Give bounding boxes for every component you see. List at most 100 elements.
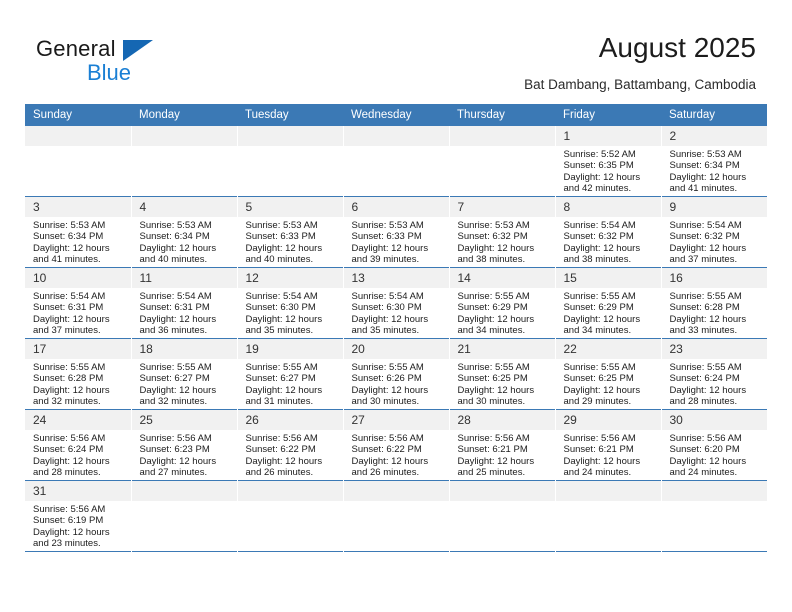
calendar-day-cell[interactable]: 16 Sunrise: 5:55 AM Sunset: 6:28 PM Dayligh… (661, 267, 768, 339)
day-details: Sunrise: 5:55 AM Sunset: 6:27 PM Daylight:… (132, 359, 237, 408)
day-detail-line: and 28 minutes. (33, 467, 101, 479)
day-detail-line: and 26 minutes. (351, 467, 420, 479)
calendar-day-cell[interactable]: 11 Sunrise: 5:54 AM Sunset: 6:31 PM Dayligh… (131, 267, 238, 339)
day-number (555, 481, 661, 501)
calendar-day-cell[interactable]: 30 Sunrise: 5:56 AM Sunset: 6:20 PM Dayligh… (661, 409, 768, 481)
day-detail-line: Daylight: 12 hours (139, 242, 217, 254)
day-detail-line: and 33 minutes. (669, 325, 738, 337)
day-detail-line: and 28 minutes. (669, 396, 738, 408)
day-number: 26 (237, 410, 343, 430)
calendar-day-cell[interactable]: 13 Sunrise: 5:54 AM Sunset: 6:30 PM Dayligh… (343, 267, 450, 339)
day-details (450, 146, 555, 149)
day-detail-line: Daylight: 12 hours (245, 313, 323, 325)
calendar-week-row: 17 Sunrise: 5:55 AM Sunset: 6:28 PM Dayligh… (25, 338, 768, 410)
day-details: Sunrise: 5:55 AM Sunset: 6:26 PM Daylight:… (344, 359, 449, 408)
weekday-header-saturday: Saturday (661, 104, 767, 126)
day-detail-line: Sunset: 6:27 PM (245, 373, 316, 385)
page-title: August 2025 (598, 32, 756, 63)
day-detail-line: and 36 minutes. (139, 325, 208, 337)
day-detail-line: Sunset: 6:26 PM (351, 373, 422, 385)
day-detail-line: Sunrise: 5:56 AM (139, 433, 212, 444)
day-number: 25 (131, 410, 237, 430)
day-detail-line: Sunrise: 5:53 AM (245, 220, 318, 231)
day-number: 4 (131, 197, 237, 217)
day-details: Sunrise: 5:56 AM Sunset: 6:22 PM Daylight:… (344, 430, 449, 479)
calendar-day-cell[interactable]: 18 Sunrise: 5:55 AM Sunset: 6:27 PM Dayligh… (131, 338, 238, 410)
day-detail-line: Sunrise: 5:54 AM (33, 291, 106, 302)
day-number: 23 (661, 339, 767, 359)
day-number (343, 126, 449, 146)
calendar-day-cell[interactable]: 26 Sunrise: 5:56 AM Sunset: 6:22 PM Dayligh… (237, 409, 344, 481)
day-detail-line: Sunrise: 5:53 AM (139, 220, 212, 231)
day-number: 31 (25, 481, 131, 501)
day-number: 9 (661, 197, 767, 217)
day-detail-line: Sunset: 6:30 PM (245, 302, 316, 314)
calendar-day-cell[interactable]: 24 Sunrise: 5:56 AM Sunset: 6:24 PM Dayligh… (25, 409, 132, 481)
calendar-day-cell[interactable]: 23 Sunrise: 5:55 AM Sunset: 6:24 PM Dayligh… (661, 338, 768, 410)
calendar-day-cell[interactable]: 27 Sunrise: 5:56 AM Sunset: 6:22 PM Dayligh… (343, 409, 450, 481)
day-detail-line: and 31 minutes. (245, 396, 314, 408)
calendar-day-cell[interactable]: 28 Sunrise: 5:56 AM Sunset: 6:21 PM Dayligh… (449, 409, 556, 481)
day-details (238, 146, 343, 149)
day-detail-line: and 24 minutes. (669, 467, 738, 479)
day-detail-line: Daylight: 12 hours (33, 384, 110, 396)
day-number: 16 (661, 268, 767, 288)
logo-word-general: General (36, 36, 116, 61)
calendar-day-cell[interactable]: 1 Sunrise: 5:52 AM Sunset: 6:35 PM Daylight… (555, 126, 662, 197)
day-detail-line: and 30 minutes. (457, 396, 526, 408)
day-details (238, 501, 343, 504)
day-details: Sunrise: 5:53 AM Sunset: 6:34 PM Daylight:… (662, 146, 767, 195)
calendar-day-cell[interactable]: 8 Sunrise: 5:54 AM Sunset: 6:32 PM Daylight… (555, 196, 662, 268)
day-number: 27 (343, 410, 449, 430)
calendar-day-cell[interactable]: 17 Sunrise: 5:55 AM Sunset: 6:28 PM Dayligh… (25, 338, 132, 410)
calendar-week-row: 3 Sunrise: 5:53 AM Sunset: 6:34 PM Daylight… (25, 196, 768, 268)
day-detail-line: Daylight: 12 hours (669, 171, 747, 183)
calendar-day-cell[interactable]: 31 Sunrise: 5:56 AM Sunset: 6:19 PM Dayligh… (25, 480, 132, 552)
calendar-day-cell[interactable]: 15 Sunrise: 5:55 AM Sunset: 6:29 PM Dayligh… (555, 267, 662, 339)
day-detail-line: Daylight: 12 hours (457, 313, 535, 325)
day-number: 13 (343, 268, 449, 288)
day-details (662, 501, 767, 504)
calendar-empty-cell (25, 126, 132, 197)
day-detail-line: Sunset: 6:20 PM (669, 444, 740, 456)
calendar-day-cell[interactable]: 6 Sunrise: 5:53 AM Sunset: 6:33 PM Daylight… (343, 196, 450, 268)
calendar-day-cell[interactable]: 9 Sunrise: 5:54 AM Sunset: 6:32 PM Daylight… (661, 196, 768, 268)
day-detail-line: Daylight: 12 hours (669, 313, 747, 325)
weekday-header-sunday: Sunday (25, 104, 131, 126)
day-detail-line: Sunset: 6:21 PM (563, 444, 634, 456)
day-detail-line: and 41 minutes. (33, 254, 101, 266)
day-details: Sunrise: 5:54 AM Sunset: 6:30 PM Daylight:… (238, 288, 343, 337)
calendar-day-cell[interactable]: 21 Sunrise: 5:55 AM Sunset: 6:25 PM Dayligh… (449, 338, 556, 410)
calendar-day-cell[interactable]: 7 Sunrise: 5:53 AM Sunset: 6:32 PM Daylight… (449, 196, 556, 268)
calendar-day-cell[interactable]: 12 Sunrise: 5:54 AM Sunset: 6:30 PM Dayligh… (237, 267, 344, 339)
calendar-day-cell[interactable]: 4 Sunrise: 5:53 AM Sunset: 6:34 PM Daylight… (131, 196, 238, 268)
day-detail-line: Daylight: 12 hours (33, 313, 110, 325)
day-detail-line: Sunset: 6:35 PM (563, 160, 634, 172)
calendar-day-cell[interactable]: 2 Sunrise: 5:53 AM Sunset: 6:34 PM Daylight… (661, 126, 768, 197)
day-detail-line: Sunset: 6:31 PM (139, 302, 210, 314)
day-number (661, 481, 767, 501)
day-detail-line: Daylight: 12 hours (33, 242, 110, 254)
day-detail-line: Sunrise: 5:55 AM (457, 291, 530, 302)
day-number: 1 (555, 126, 661, 146)
calendar-day-cell[interactable]: 29 Sunrise: 5:56 AM Sunset: 6:21 PM Dayligh… (555, 409, 662, 481)
calendar-day-cell[interactable]: 10 Sunrise: 5:54 AM Sunset: 6:31 PM Dayligh… (25, 267, 132, 339)
calendar-day-cell[interactable]: 20 Sunrise: 5:55 AM Sunset: 6:26 PM Dayligh… (343, 338, 450, 410)
calendar-empty-cell (555, 480, 662, 552)
weekday-header-thursday: Thursday (449, 104, 555, 126)
calendar-day-cell[interactable]: 14 Sunrise: 5:55 AM Sunset: 6:29 PM Dayligh… (449, 267, 556, 339)
calendar-day-cell[interactable]: 3 Sunrise: 5:53 AM Sunset: 6:34 PM Daylight… (25, 196, 132, 268)
day-detail-line: Sunrise: 5:54 AM (139, 291, 212, 302)
day-details: Sunrise: 5:55 AM Sunset: 6:25 PM Daylight:… (556, 359, 661, 408)
sunrise-sunset-calendar: Sunday Monday Tuesday Wednesday Thursday Frid… (25, 104, 768, 552)
calendar-day-cell[interactable]: 22 Sunrise: 5:55 AM Sunset: 6:25 PM Dayligh… (555, 338, 662, 410)
day-detail-line: Daylight: 12 hours (33, 455, 110, 467)
day-detail-line: Sunset: 6:29 PM (563, 302, 634, 314)
calendar-day-cell[interactable]: 19 Sunrise: 5:55 AM Sunset: 6:27 PM Dayligh… (237, 338, 344, 410)
day-detail-line: Daylight: 12 hours (351, 384, 429, 396)
general-blue-logo[interactable]: General Blue (36, 36, 186, 88)
calendar-day-cell[interactable]: 5 Sunrise: 5:53 AM Sunset: 6:33 PM Daylight… (237, 196, 344, 268)
day-detail-line: Sunrise: 5:55 AM (669, 291, 742, 302)
calendar-day-cell[interactable]: 25 Sunrise: 5:56 AM Sunset: 6:23 PM Dayligh… (131, 409, 238, 481)
day-detail-line: Sunrise: 5:55 AM (139, 362, 212, 373)
